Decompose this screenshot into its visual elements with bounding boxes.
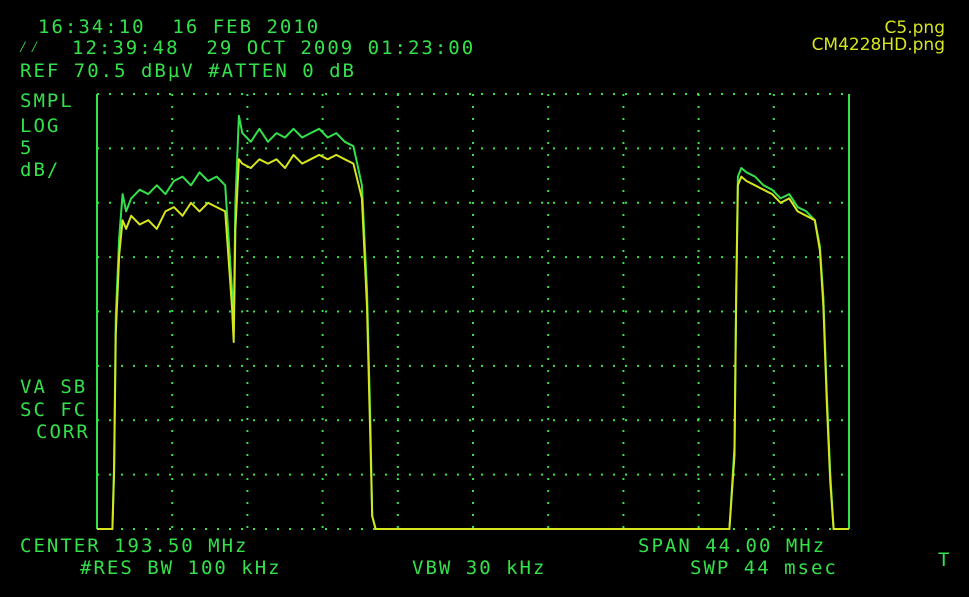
marker-flag: T bbox=[938, 549, 952, 571]
center-frequency: CENTER 193.50 MHz bbox=[20, 535, 249, 557]
sweep-time-readout: SWP 44 msec bbox=[690, 557, 838, 579]
spectrum-plot bbox=[96, 93, 850, 530]
span-readout: SPAN 44.00 MHz bbox=[638, 535, 827, 557]
vbw-readout: VBW 30 kHz bbox=[412, 557, 547, 579]
trace-yellow bbox=[97, 153, 849, 530]
res-bw-readout: #RES BW 100 kHz bbox=[80, 557, 282, 579]
